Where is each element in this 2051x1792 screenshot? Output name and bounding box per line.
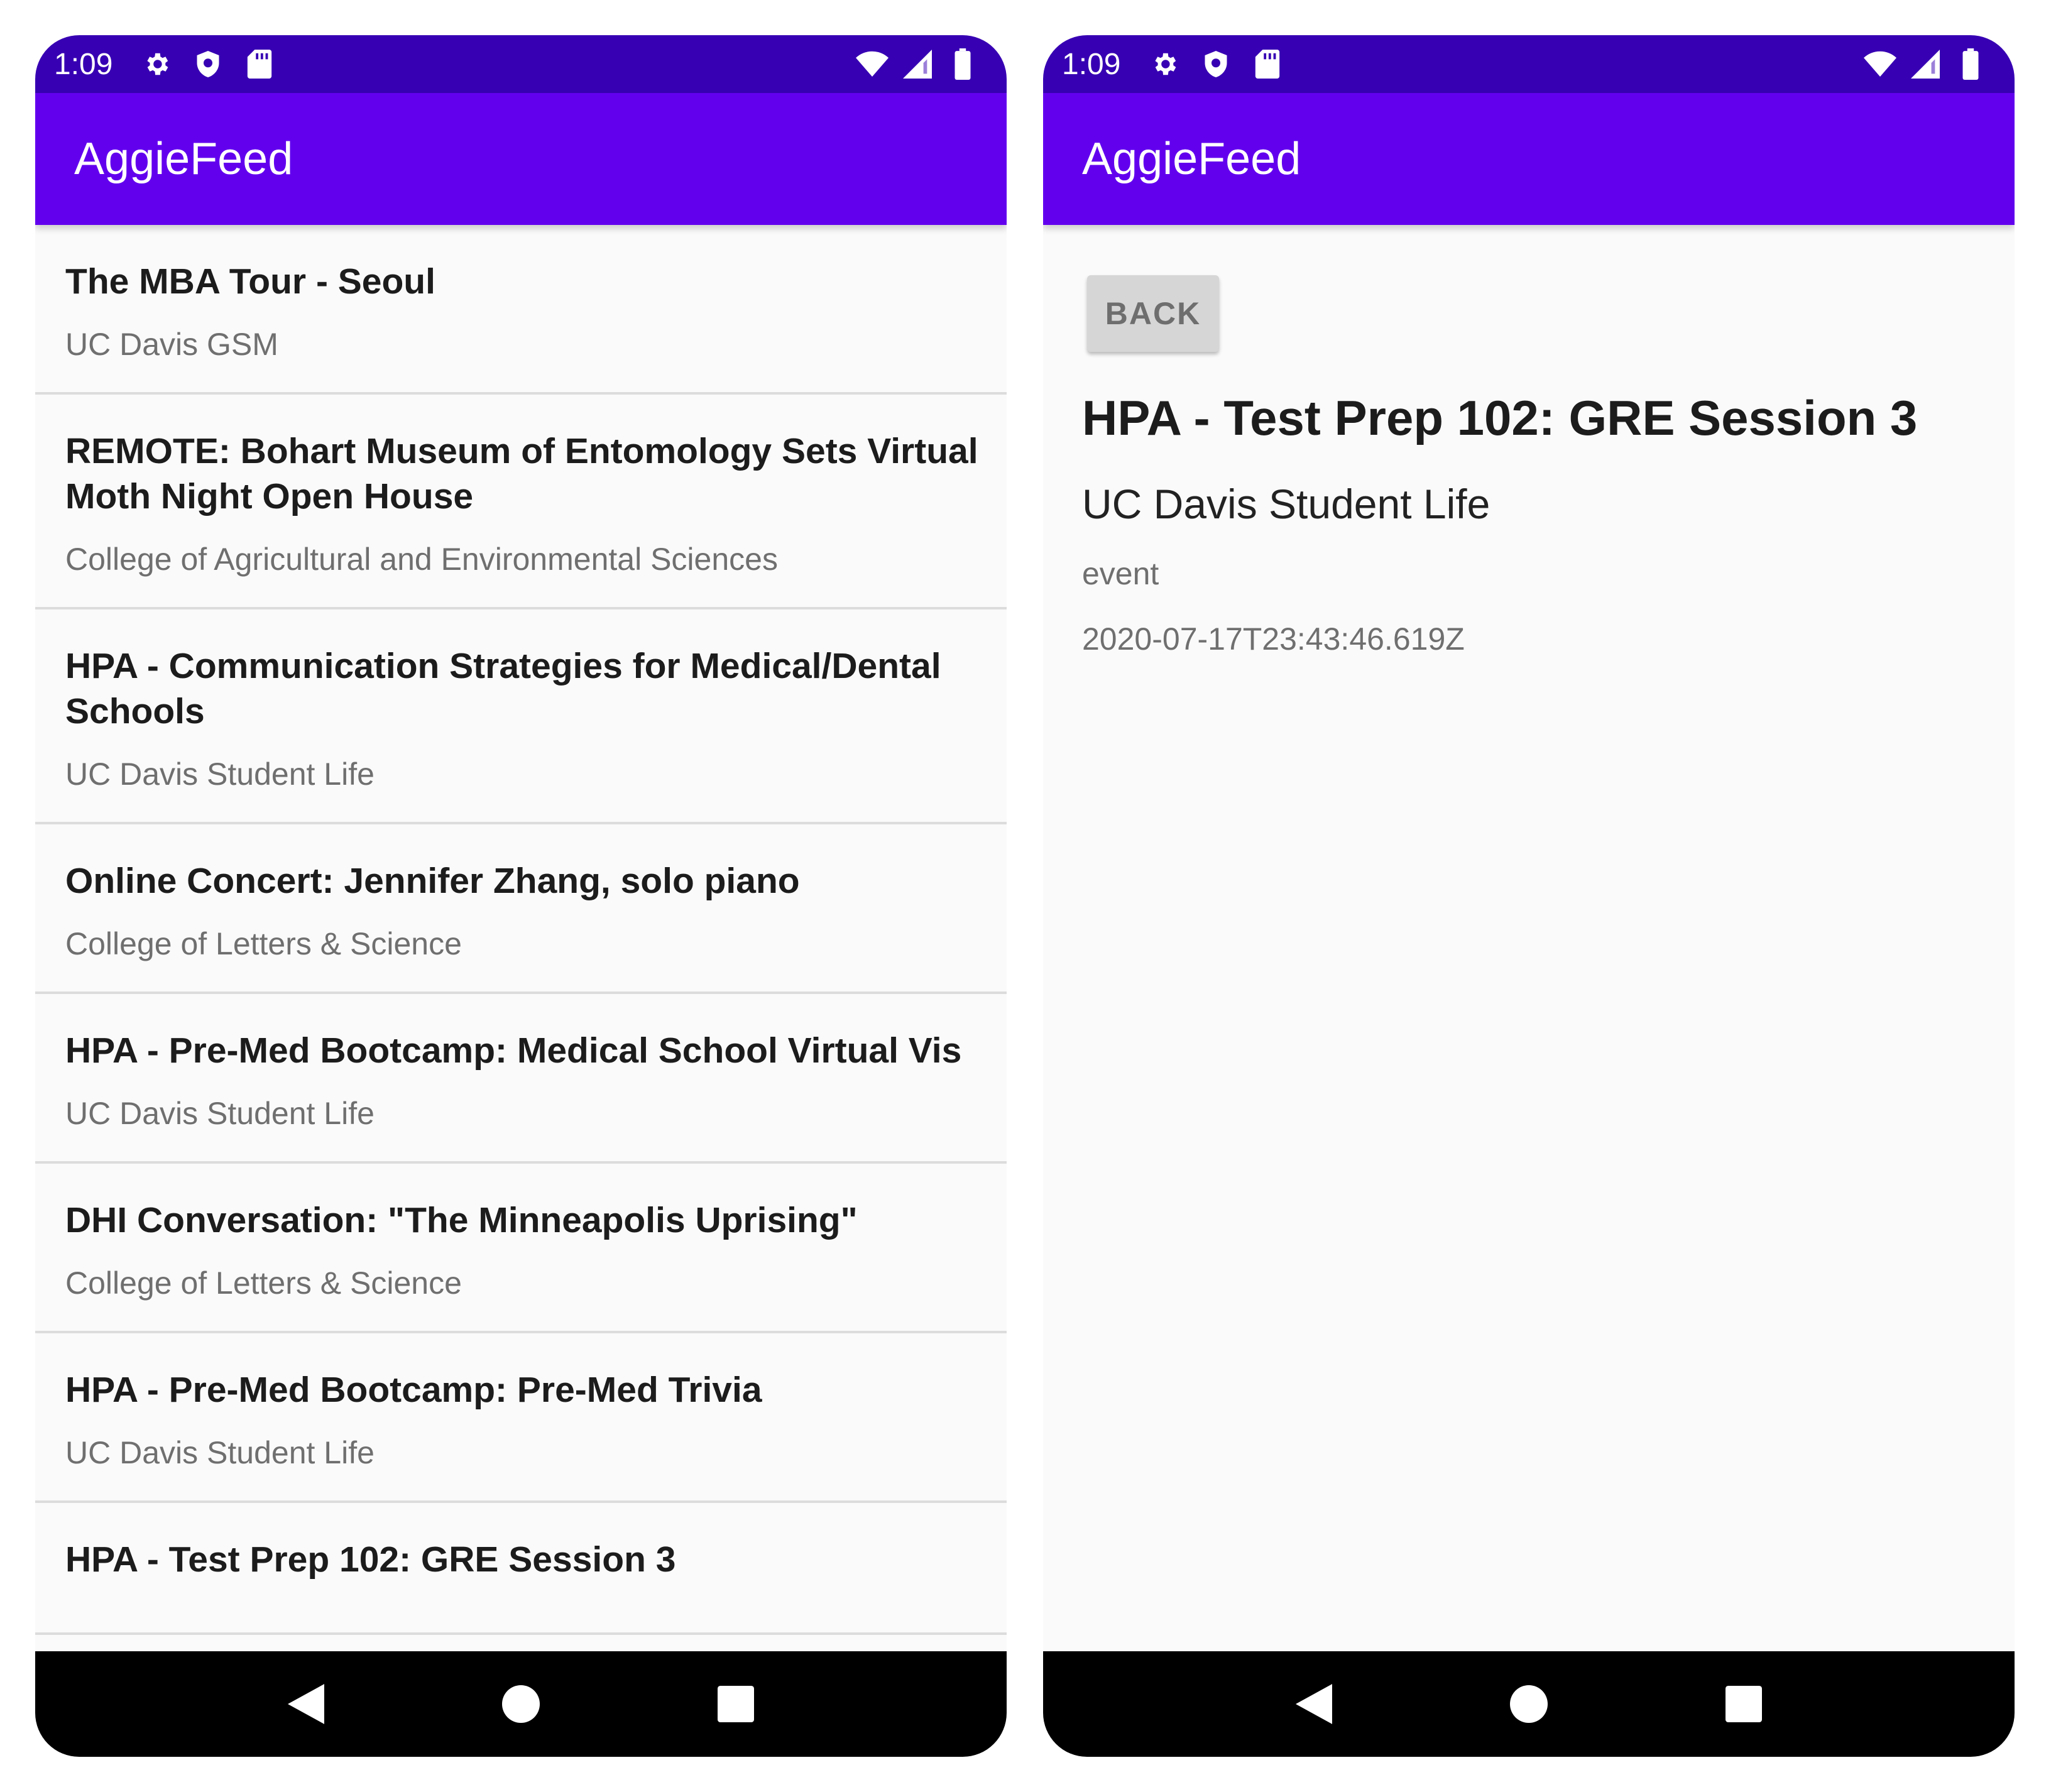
nav-home-icon[interactable] <box>1504 1679 1554 1729</box>
sd-card-icon <box>1251 48 1284 80</box>
detail-content: BACK HPA - Test Prep 102: GRE Session 3 … <box>1043 225 2015 1651</box>
detail-panel: BACK HPA - Test Prep 102: GRE Session 3 … <box>1043 225 2015 657</box>
item-title: DHI Conversation: "The Minneapolis Upris… <box>65 1200 858 1240</box>
shield-icon <box>1200 48 1232 80</box>
detail-type: event <box>1082 556 1159 591</box>
item-organization: UC Davis GSM <box>65 327 278 362</box>
nav-back-icon[interactable] <box>1289 1679 1339 1729</box>
detail-screen: 1:09 AggieFeed BACK HPA - Test Prep 102:… <box>1043 35 2015 1757</box>
back-button[interactable]: BACK <box>1087 275 1219 352</box>
status-time: 1:09 <box>54 47 113 81</box>
item-title: Online Concert: Jennifer Zhang, solo pia… <box>65 861 800 901</box>
list-item[interactable]: REMOTE: Bohart Museum of Entomology Sets… <box>35 395 1007 609</box>
item-title: HPA - Communication Strategies for Medic… <box>65 646 941 731</box>
list-item[interactable]: HPA - Test Prep 102: GRE Session 3 <box>35 1503 1007 1635</box>
item-organization: UC Davis Student Life <box>65 1096 375 1131</box>
nav-recents-icon[interactable] <box>1719 1679 1769 1729</box>
nav-recents-icon[interactable] <box>711 1679 761 1729</box>
status-bar: 1:09 <box>35 35 1007 93</box>
list-item[interactable]: Online Concert: Jennifer Zhang, solo pia… <box>35 824 1007 994</box>
detail-date: 2020-07-17T23:43:46.619Z <box>1082 621 1465 657</box>
feed-list[interactable]: The MBA Tour - Seoul UC Davis GSM REMOTE… <box>35 225 1007 1651</box>
status-bar: 1:09 <box>1043 35 2015 93</box>
item-title: REMOTE: Bohart Museum of Entomology Sets… <box>65 431 978 516</box>
list-item[interactable]: HPA - Pre-Med Bootcamp: Pre-Med Trivia U… <box>35 1333 1007 1503</box>
shield-icon <box>192 48 224 80</box>
item-title: The MBA Tour - Seoul <box>65 261 435 302</box>
item-organization: College of Letters & Science <box>65 1265 462 1301</box>
battery-icon <box>1954 48 1987 80</box>
feed-screen: 1:09 AggieFeed The MBA Tour - Seoul UC D… <box>35 35 1007 1757</box>
detail-organization: UC Davis Student Life <box>1082 481 1490 527</box>
wifi-icon <box>1864 48 1896 80</box>
battery-icon <box>946 48 979 80</box>
app-title: AggieFeed <box>1082 134 1301 184</box>
item-title: HPA - Pre-Med Bootcamp: Medical School V… <box>65 1030 962 1071</box>
settings-icon <box>140 48 173 80</box>
navigation-bar <box>35 1651 1007 1757</box>
wifi-icon <box>856 48 889 80</box>
nav-home-icon[interactable] <box>496 1679 546 1729</box>
signal-icon <box>901 48 934 80</box>
app-bar: AggieFeed <box>35 93 1007 225</box>
list-item[interactable]: DHI Conversation: "The Minneapolis Upris… <box>35 1164 1007 1333</box>
status-time: 1:09 <box>1062 47 1121 81</box>
app-bar: AggieFeed <box>1043 93 2015 225</box>
item-organization: UC Davis Student Life <box>65 1435 375 1470</box>
item-organization: UC Davis Student Life <box>65 757 375 792</box>
item-title: HPA - Pre-Med Bootcamp: Pre-Med Trivia <box>65 1370 762 1410</box>
app-title: AggieFeed <box>74 134 293 184</box>
list-item[interactable]: HPA - Pre-Med Bootcamp: Medical School V… <box>35 994 1007 1164</box>
list-item[interactable]: The MBA Tour - Seoul UC Davis GSM <box>35 225 1007 395</box>
detail-title: HPA - Test Prep 102: GRE Session 3 <box>1082 390 1918 445</box>
settings-icon <box>1148 48 1181 80</box>
navigation-bar <box>1043 1651 2015 1757</box>
list-item[interactable]: HPA - Communication Strategies for Medic… <box>35 609 1007 824</box>
nav-back-icon[interactable] <box>281 1679 331 1729</box>
item-title: HPA - Test Prep 102: GRE Session 3 <box>65 1539 676 1580</box>
signal-icon <box>1909 48 1942 80</box>
sd-card-icon <box>243 48 276 80</box>
item-organization: College of Agricultural and Environmenta… <box>65 542 778 577</box>
item-organization: College of Letters & Science <box>65 926 462 961</box>
